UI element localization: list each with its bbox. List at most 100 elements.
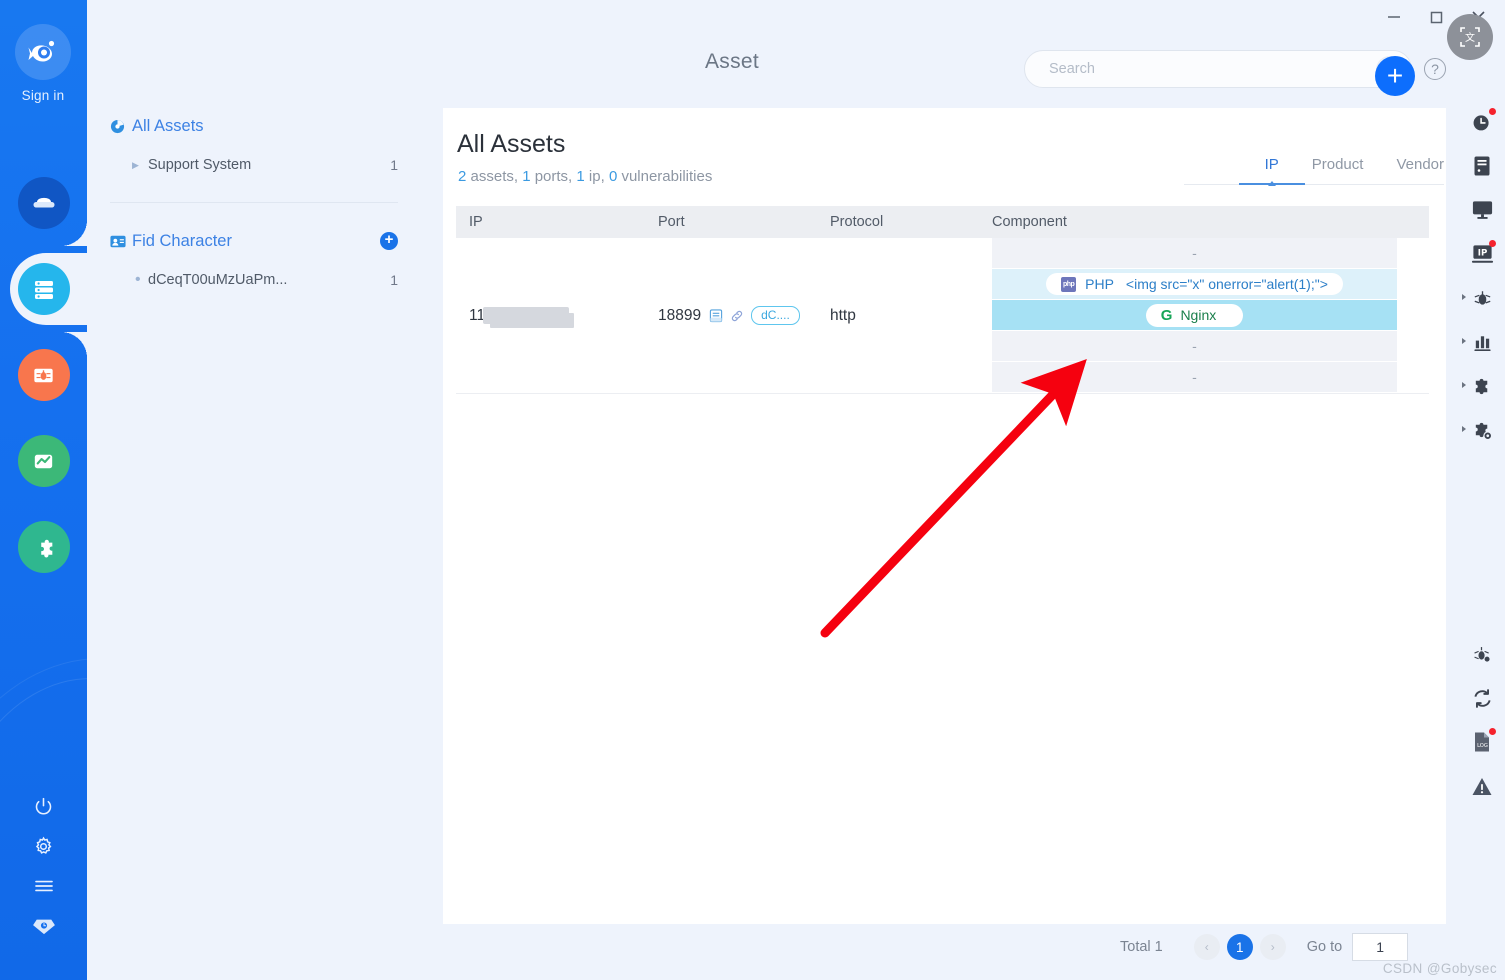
app-header: Asset ? [87, 36, 1505, 98]
power-icon[interactable] [0, 786, 87, 826]
sidebar-item-support-system[interactable]: ▶ Support System 1 [110, 148, 440, 182]
notification-badge [1489, 108, 1496, 115]
assets-table: IP Port Protocol Component 11 18899 dC..… [456, 206, 1429, 394]
view-tabs: IP Product Vendor [1184, 156, 1444, 186]
component-chip[interactable]: php PHP <img src="x" onerror="alert(1);"… [1046, 273, 1343, 295]
cell-port[interactable]: 18899 dC.... [658, 238, 830, 393]
column-header-component: Component [992, 214, 1067, 230]
protocol-value: http [830, 306, 856, 324]
menu-lines-icon[interactable] [0, 866, 87, 906]
notification-badge [1489, 240, 1496, 247]
sidebar-item-analytics[interactable] [0, 418, 87, 504]
tab-label: Vendor [1396, 156, 1444, 173]
summary-ip-label: ip, [584, 168, 609, 185]
pie-chart-icon [110, 119, 132, 134]
right-tool-rail: IP LOG [1459, 100, 1505, 980]
link-icon[interactable] [730, 309, 744, 323]
svg-text:IP: IP [1477, 249, 1487, 259]
vulnerability-bug-icon[interactable] [1459, 276, 1505, 320]
component-row-php[interactable]: php PHP <img src="x" onerror="alert(1);"… [992, 269, 1397, 300]
goby-fish-logo [15, 24, 71, 80]
add-fid-character-button[interactable]: + [380, 232, 398, 250]
rail-bottom-items [0, 786, 87, 946]
page-number-1[interactable]: 1 [1226, 934, 1253, 960]
left-nav-panel: All Assets ▶ Support System 1 Fid Charac… [110, 110, 440, 297]
summary-ports-label: ports, [530, 168, 577, 185]
minimize-button[interactable] [1373, 0, 1415, 34]
exploit-spider-icon[interactable] [1459, 632, 1505, 676]
component-row-nginx[interactable]: G Nginx [992, 300, 1397, 331]
nav-group-fid-character: Fid Character + • dCeqT00uMzUaPm... 1 [110, 225, 440, 297]
rail-item-list [0, 160, 87, 590]
expand-caret-icon[interactable] [1462, 382, 1466, 388]
table-header-row: IP Port Protocol Component [456, 206, 1429, 238]
tab-product[interactable]: Product [1312, 156, 1364, 177]
component-chip[interactable]: G Nginx [1145, 303, 1244, 327]
warning-alert-icon[interactable] [1459, 764, 1505, 808]
column-header-protocol: Protocol [830, 214, 884, 230]
monitor-screen-icon[interactable] [1459, 188, 1505, 232]
help-icon[interactable]: ? [1424, 58, 1446, 80]
expand-caret-icon[interactable] [1462, 338, 1466, 344]
plugin-puzzle-icon[interactable] [1459, 364, 1505, 408]
nav-group-title: Fid Character [132, 231, 232, 250]
svg-text:LOG: LOG [1477, 743, 1488, 749]
notification-badge [1489, 728, 1496, 735]
port-tag[interactable]: dC.... [751, 306, 800, 325]
statistics-bar-icon[interactable] [1459, 320, 1505, 364]
table-row[interactable]: 11 18899 dC.... http - php PHP <img src=… [456, 238, 1429, 394]
tab-ip[interactable]: IP [1238, 156, 1306, 186]
left-nav-rail: Sign in [0, 0, 87, 980]
document-list-icon[interactable] [709, 308, 723, 323]
scan-history-clock-icon[interactable] [1459, 100, 1505, 144]
cell-component: - php PHP <img src="x" onerror="alert(1)… [992, 238, 1429, 393]
refresh-sync-icon[interactable] [1459, 676, 1505, 720]
prev-page-button[interactable]: ‹ [1193, 934, 1220, 960]
expand-caret-icon[interactable] [1462, 294, 1466, 300]
settings-gear-icon[interactable] [0, 826, 87, 866]
content-card: All Assets 2 assets, 1 ports, 1 ip, 0 vu… [443, 108, 1446, 924]
next-page-button[interactable]: › [1259, 934, 1286, 960]
nav-item-label: dCeqT00uMzUaPm... [148, 272, 288, 288]
tab-active-caret-icon [1267, 181, 1276, 186]
sidebar-item-plugins[interactable] [0, 504, 87, 590]
nav-group-header[interactable]: Fid Character + [110, 225, 440, 257]
chevron-right-icon[interactable]: ▶ [132, 160, 148, 171]
translate-icon[interactable]: 文 [1447, 14, 1493, 60]
bullet-dot-icon: • [135, 271, 141, 288]
total-count-label: Total 1 [1120, 939, 1163, 955]
server-icon[interactable] [1459, 144, 1505, 188]
add-task-button[interactable]: + [1375, 56, 1415, 96]
cell-protocol: http [830, 238, 992, 393]
nav-group-all-assets: All Assets ▶ Support System 1 [110, 110, 440, 182]
tab-label: IP [1264, 156, 1279, 173]
diamond-badge-icon[interactable] [0, 906, 87, 946]
ip-scan-icon[interactable]: IP [1459, 232, 1505, 276]
component-name: PHP [1085, 276, 1114, 292]
column-header-ip: IP [469, 214, 483, 230]
goto-label: Go to [1306, 939, 1343, 955]
goto-page-input[interactable] [1352, 933, 1409, 961]
search-input[interactable] [1049, 61, 1349, 77]
component-empty-row: - [992, 362, 1397, 393]
plugin-settings-icon[interactable] [1459, 408, 1505, 452]
tab-vendor[interactable]: Vendor [1396, 156, 1444, 177]
nav-item-count: 1 [390, 272, 398, 288]
sign-in-label[interactable]: Sign in [14, 88, 72, 103]
nav-group-header[interactable]: All Assets [110, 110, 440, 142]
sidebar-item-assets[interactable] [0, 220, 87, 358]
cell-ip[interactable]: 11 [456, 238, 658, 393]
summary-ip-count: 1 [576, 168, 585, 185]
asset-database-icon [17, 263, 70, 315]
sidebar-item-fid-entry[interactable]: • dCeqT00uMzUaPm... 1 [110, 263, 440, 297]
vulnerability-bug-icon [17, 349, 70, 401]
summary-ports-count: 1 [522, 168, 531, 185]
nav-group-title: All Assets [132, 116, 204, 135]
search-box[interactable] [1024, 50, 1412, 88]
log-file-icon[interactable]: LOG [1459, 720, 1505, 764]
expand-caret-icon[interactable] [1462, 426, 1466, 432]
content-title: All Assets [457, 130, 566, 158]
app-logo-area[interactable]: Sign in [14, 24, 72, 103]
app-window: Sign in 文 Asset Search ? + All Assets ▶ … [0, 0, 1505, 980]
summary-vuln-label: vulnerabilities [617, 168, 713, 185]
